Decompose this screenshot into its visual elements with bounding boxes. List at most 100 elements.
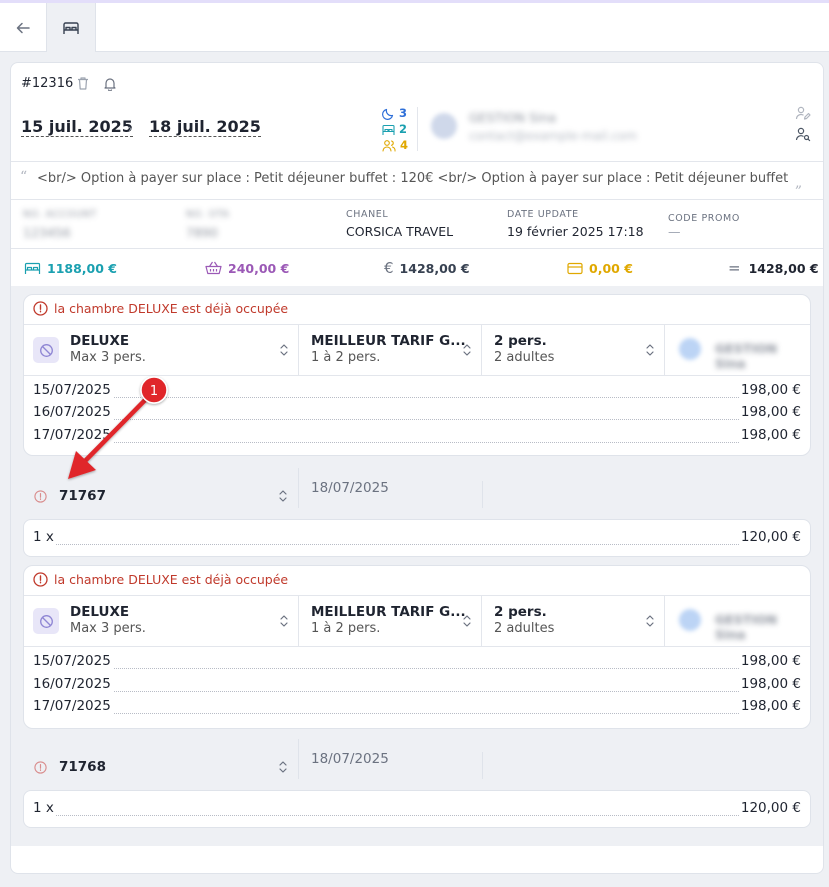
night-row: 15/07/2025 198,00 €: [33, 382, 801, 402]
reservation-note: <br/> Option à payer sur place : Petit d…: [37, 171, 792, 186]
chevron-up-down-icon: [280, 344, 288, 356]
room-warning: la chambre DELUXE est déjà occupée: [33, 572, 288, 587]
nights-count: 3: [382, 105, 408, 121]
reservation-id: #12316: [21, 76, 74, 91]
arrow-left-icon: [16, 22, 30, 33]
rate-capacity: 1 à 2 pers.: [311, 621, 381, 636]
option-price: 120,00 €: [738, 800, 801, 816]
room-name: DELUXE: [70, 604, 130, 620]
rate-select[interactable]: MEILLEUR TARIF G... 1 à 2 pers.: [299, 325, 482, 375]
option-code: 71768: [59, 759, 106, 775]
option-date[interactable]: 18/07/2025: [311, 751, 389, 767]
option-qty: 1 x: [33, 800, 56, 816]
quote-open-icon: “: [20, 169, 28, 185]
info-label: NO. ACCOUNT: [23, 209, 97, 220]
option-line-row: 1 x 120,00 €: [33, 529, 801, 549]
option-line-row: 1 x 120,00 €: [33, 800, 801, 820]
date-end[interactable]: 18 juil. 2025: [149, 118, 261, 137]
room-type-select[interactable]: DELUXE Max 3 pers.: [24, 325, 299, 375]
info-label: NO. OTA: [186, 209, 230, 220]
option-date[interactable]: 18/07/2025: [311, 480, 389, 496]
option-row: 71768 18/07/2025: [23, 739, 811, 789]
counters: 3 2 4: [382, 105, 408, 153]
night-row: 16/07/2025 198,00 €: [33, 404, 801, 424]
option-line: 1 x 120,00 €: [23, 790, 811, 828]
option-line: 1 x 120,00 €: [23, 519, 811, 557]
option-select[interactable]: 71767: [23, 468, 299, 508]
avatar: [679, 338, 701, 360]
total-options-value: 240,00 €: [228, 260, 290, 276]
alert-circle-icon: [34, 761, 47, 774]
persons-count-label: 2 pers.: [494, 604, 547, 620]
customer-email[interactable]: contact@example-mail.com: [469, 129, 637, 143]
persons-select[interactable]: 2 pers. 2 adultes: [482, 325, 665, 375]
chevron-up-down-icon: [646, 615, 654, 627]
night-date: 17/07/2025: [33, 698, 113, 714]
alert-circle-icon: [33, 572, 48, 587]
persons-value: 4: [400, 138, 409, 152]
total-rooms-value: 1188,00 €: [47, 260, 117, 276]
bell-icon[interactable]: [103, 76, 117, 91]
option-select[interactable]: 71768: [23, 739, 299, 779]
room-capacity: Max 3 pers.: [70, 621, 146, 636]
bed-icon: [24, 262, 41, 274]
divider: [482, 481, 483, 508]
guest-select[interactable]: GESTION Sina: [665, 596, 810, 646]
avatar: [431, 113, 457, 139]
credit-card-icon: [567, 262, 583, 274]
info-date-update: DATE UPDATE 19 février 2025 17:18: [507, 209, 644, 239]
equals-icon: =: [728, 259, 741, 277]
rate-select[interactable]: MEILLEUR TARIF G... 1 à 2 pers.: [299, 596, 482, 646]
night-row: 16/07/2025 198,00 €: [33, 676, 801, 696]
chevron-up-down-icon: [463, 615, 471, 627]
total-paid-value: 0,00 €: [589, 260, 633, 276]
rooms-count: 2: [382, 121, 408, 137]
night-row: 17/07/2025 198,00 €: [33, 698, 801, 718]
room-name: DELUXE: [70, 333, 130, 349]
room-selectors: DELUXE Max 3 pers. MEILLEUR TARIF G... 1…: [24, 595, 810, 647]
warning-text: la chambre DELUXE est déjà occupée: [54, 572, 289, 587]
guest-select[interactable]: GESTION Sina: [665, 325, 810, 375]
bed-icon: [382, 124, 395, 135]
date-update-label: DATE UPDATE: [507, 209, 579, 220]
warning-text: la chambre DELUXE est déjà occupée: [54, 301, 289, 316]
persons-select[interactable]: 2 pers. 2 adultes: [482, 596, 665, 646]
room-selectors: DELUXE Max 3 pers. MEILLEUR TARIF G... 1…: [24, 324, 810, 376]
info-promo: CODE PROMO —: [668, 213, 740, 239]
date-start[interactable]: 15 juil. 2025: [21, 118, 133, 137]
rooms-value: 2: [399, 122, 408, 136]
total-rooms: 1188,00 €: [24, 258, 117, 278]
edit-user-icon[interactable]: [795, 105, 811, 121]
rate-name: MEILLEUR TARIF G...: [311, 604, 466, 620]
quote-close-icon: „: [795, 175, 803, 191]
moon-icon: [382, 108, 394, 120]
total-balance: = 1428,00 €: [728, 258, 819, 278]
rate-name: MEILLEUR TARIF G...: [311, 333, 466, 349]
users-icon: [382, 139, 396, 152]
customer-name[interactable]: GESTION Sina: [469, 110, 556, 125]
room-capacity: Max 3 pers.: [70, 350, 146, 365]
trash-icon[interactable]: [76, 76, 90, 91]
info-value: 7890: [186, 225, 218, 240]
option-price: 120,00 €: [738, 529, 801, 545]
room-type-select[interactable]: DELUXE Max 3 pers.: [24, 596, 299, 646]
night-date: 17/07/2025: [33, 427, 113, 443]
date-update-value: 19 février 2025 17:18: [507, 224, 644, 239]
tab-room[interactable]: [46, 3, 96, 52]
room-block: la chambre DELUXE est déjà occupée DELUX…: [23, 565, 811, 729]
divider: [417, 107, 418, 151]
chanel-value: CORSICA TRAVEL: [346, 224, 454, 239]
nights-value: 3: [399, 106, 408, 120]
night-date: 15/07/2025: [33, 382, 113, 398]
back-button[interactable]: [0, 3, 46, 52]
search-user-icon[interactable]: [795, 126, 811, 142]
total-balance-value: 1428,00 €: [748, 260, 819, 276]
info-blurred-2: NO. OTA 7890: [186, 209, 229, 240]
total-amount: € 1428,00 €: [384, 258, 470, 278]
chevron-up-down-icon: [646, 344, 654, 356]
promo-label: CODE PROMO: [668, 213, 740, 224]
bed-icon: [63, 21, 79, 34]
night-row: 15/07/2025 198,00 €: [33, 653, 801, 673]
option-code: 71767: [59, 488, 106, 504]
option-qty: 1 x: [33, 529, 56, 545]
